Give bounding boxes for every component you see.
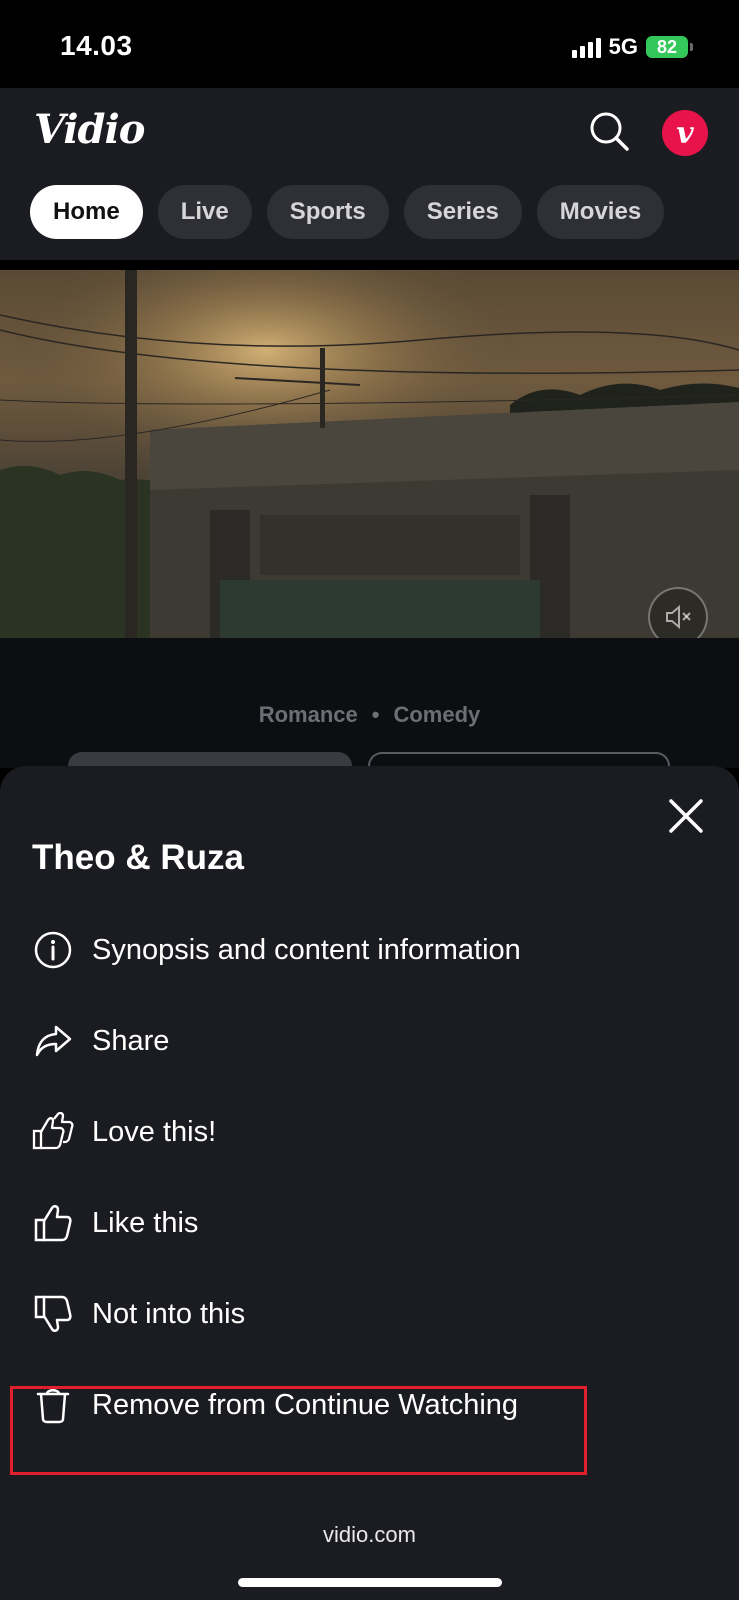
status-indicators: 5G 82 [571, 34, 693, 60]
menu-item-label: Share [92, 1024, 170, 1057]
app-header: Vidio v Home Live Sports Series Movies [0, 88, 739, 260]
menu-item-label: Love this! [92, 1115, 217, 1148]
tab-movies[interactable]: Movies [536, 185, 665, 239]
genre-list: Romance • Comedy [258, 702, 481, 727]
thumbs-up-icon [32, 1202, 74, 1244]
menu-item-dislike[interactable]: Not into this [32, 1284, 692, 1344]
thumbs-down-icon [32, 1293, 74, 1335]
double-thumbs-up-icon [32, 1111, 74, 1153]
close-button[interactable] [664, 794, 708, 838]
tab-home[interactable]: Home [30, 185, 143, 239]
hero-scene [0, 270, 739, 638]
share-icon [32, 1020, 74, 1062]
battery-icon: 82 [646, 36, 693, 58]
signal-icon [571, 36, 601, 58]
tab-live[interactable]: Live [157, 185, 252, 239]
speaker-muted-icon [666, 604, 691, 630]
info-icon [32, 929, 74, 971]
hero-video[interactable] [0, 270, 739, 638]
menu-item-label: Not into this [92, 1297, 246, 1330]
menu-item-label: Synopsis and content information [92, 933, 521, 966]
url-label[interactable]: vidio.com [0, 1522, 739, 1548]
menu-item-share[interactable]: Share [32, 1011, 692, 1071]
profile-avatar[interactable]: v [662, 110, 708, 156]
tab-sports[interactable]: Sports [266, 185, 389, 239]
options-bottom-sheet: Theo & Ruza Synopsis and content informa… [0, 766, 739, 1500]
menu-item-like[interactable]: Like this [32, 1193, 692, 1253]
sheet-title: Theo & Ruza [32, 838, 244, 877]
genre-label: Romance [258, 702, 358, 727]
browser-footer: vidio.com [0, 1500, 739, 1600]
search-button[interactable] [588, 110, 630, 152]
vidio-logo[interactable]: Vidio [34, 106, 145, 153]
home-indicator[interactable] [238, 1578, 502, 1587]
close-icon [669, 799, 703, 833]
highlight-outline [10, 1386, 587, 1475]
menu-item-label: Like this [92, 1206, 199, 1239]
genre-label: Comedy [393, 702, 481, 727]
menu-item-love[interactable]: Love this! [32, 1102, 692, 1162]
search-icon [590, 112, 629, 151]
tab-series[interactable]: Series [403, 185, 522, 239]
menu-item-synopsis[interactable]: Synopsis and content information [32, 920, 692, 980]
category-tabs: Home Live Sports Series Movies [30, 185, 665, 239]
status-bar: 14.03 5G 82 [0, 0, 739, 88]
network-type: 5G [608, 34, 638, 59]
battery-level: 82 [646, 36, 688, 58]
status-time: 14.03 [60, 30, 133, 61]
